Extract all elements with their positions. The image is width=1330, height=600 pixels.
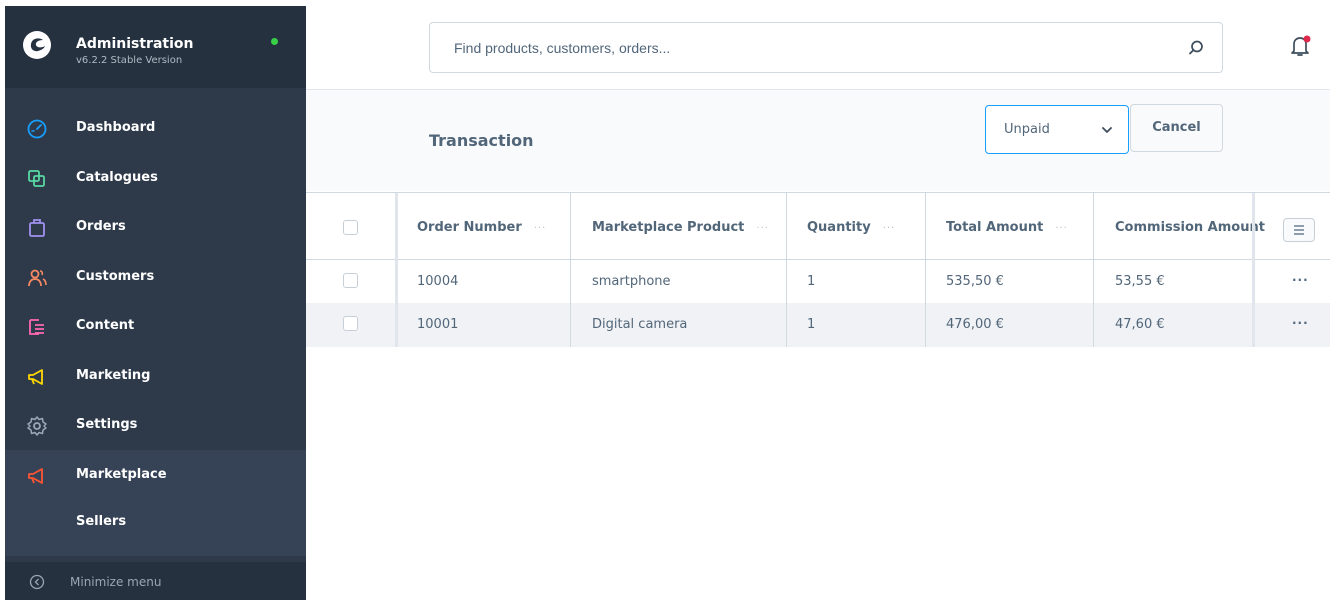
cell-total-amount: 535,50 € [946,274,1004,289]
table-header-row: Order Number ··· Marketplace Product ··· Q… [306,193,1330,259]
cell-total-amount: 476,00 € [946,317,1004,332]
sidebar-item-label: Dashboard [76,120,156,135]
row-actions-button[interactable]: ··· [1292,273,1309,287]
row-checkbox[interactable] [343,273,358,288]
column-divider [1093,193,1094,347]
app-version: v6.2.2 Stable Version [76,55,183,66]
sidebar-item-label: Orders [76,219,126,234]
marketplace-icon [28,468,43,484]
column-header-commission-amount[interactable]: Commission Amount [1115,220,1265,235]
column-header-label: Order Number [417,220,522,235]
sidebar-item-marketplace[interactable]: Marketplace [5,451,306,501]
sidebar-item-customers[interactable]: Customers [5,253,306,303]
sidebar-item-content[interactable]: Content [5,302,306,352]
column-header-total-amount[interactable]: Total Amount ··· [946,220,1068,235]
sidebar-item-label: Marketplace [76,467,167,482]
cell-marketplace-product: Digital camera [592,317,688,332]
cell-order-number: 10004 [417,274,459,289]
search-icon[interactable] [1187,39,1205,57]
column-divider [786,193,787,347]
column-menu-icon[interactable]: ··· [1055,223,1068,234]
sidebar-item-label: Marketing [76,368,151,383]
sidebar-header: Administration v6.2.2 Stable Version [5,6,306,88]
grid-settings-button[interactable] [1283,218,1315,242]
column-divider [570,193,571,347]
column-menu-icon[interactable]: ··· [883,223,896,234]
sidebar-item-label: Content [76,318,135,333]
row-checkbox[interactable] [343,316,358,331]
column-header-label: Marketplace Product [592,220,745,235]
row-actions-button[interactable]: ··· [1292,316,1309,330]
dashboard-icon [27,119,47,139]
online-status-indicator [271,38,278,45]
column-divider [925,193,926,347]
column-header-quantity[interactable]: Quantity ··· [807,220,895,235]
payment-status-select[interactable]: Unpaid [985,105,1129,154]
select-value: Unpaid [1004,122,1050,137]
customers-icon [28,269,47,287]
sidebar-item-marketing[interactable]: Marketing [5,352,306,402]
settings-icon [27,416,47,436]
catalogues-icon [28,170,45,187]
minimize-menu-button[interactable]: Minimize menu [5,562,306,600]
sidebar-subitem-sellers[interactable]: Sellers [76,514,126,529]
notification-bell-icon[interactable] [1289,34,1311,58]
column-menu-icon[interactable]: ··· [756,223,769,234]
global-search-bar [429,22,1223,73]
cell-order-number: 10001 [417,317,459,332]
column-header-label: Commission Amount [1115,220,1265,235]
cell-quantity: 1 [807,274,816,289]
notification-badge [1303,35,1311,43]
transaction-grid: Order Number ··· Marketplace Product ··· Q… [306,192,1330,347]
select-all-checkbox[interactable] [343,220,358,235]
cancel-button[interactable]: Cancel [1130,104,1223,152]
chevron-left-circle-icon [29,574,45,590]
column-header-label: Quantity [807,220,871,235]
column-divider [1252,193,1255,347]
list-menu-icon [1294,225,1304,235]
marketing-icon [28,369,43,385]
sidebar-item-label: Catalogues [76,170,158,185]
table-row[interactable]: 10004 smartphone 1 535,50 € 53,55 € ··· [306,260,1330,304]
column-header-marketplace-product[interactable]: Marketplace Product ··· [592,220,769,235]
cell-marketplace-product: smartphone [592,274,671,289]
page-title: Transaction [429,131,534,150]
column-header-label: Total Amount [946,220,1044,235]
sidebar: Administration v6.2.2 Stable Version Das… [5,6,306,600]
cell-quantity: 1 [807,317,816,332]
column-divider [395,193,398,347]
chevron-down-icon [1102,127,1112,133]
column-menu-icon[interactable]: ··· [534,223,547,234]
sidebar-item-orders[interactable]: Orders [5,203,306,253]
sidebar-item-catalogues[interactable]: Catalogues [5,154,306,204]
search-input[interactable] [454,37,1154,59]
sidebar-item-settings[interactable]: Settings [5,401,306,451]
sidebar-item-label: Settings [76,417,138,432]
column-header-order-number[interactable]: Order Number ··· [417,220,546,235]
cell-commission-amount: 47,60 € [1115,317,1165,332]
sidebar-item-label: Customers [76,269,155,284]
table-row[interactable]: 10001 Digital camera 1 476,00 € 47,60 € … [306,303,1330,347]
app-title: Administration [76,36,194,52]
sidebar-item-dashboard[interactable]: Dashboard [5,104,306,154]
shopware-logo-icon[interactable] [22,30,52,60]
minimize-menu-label: Minimize menu [70,575,162,589]
cell-commission-amount: 53,55 € [1115,274,1165,289]
orders-icon [29,219,45,237]
content-icon [29,319,44,335]
